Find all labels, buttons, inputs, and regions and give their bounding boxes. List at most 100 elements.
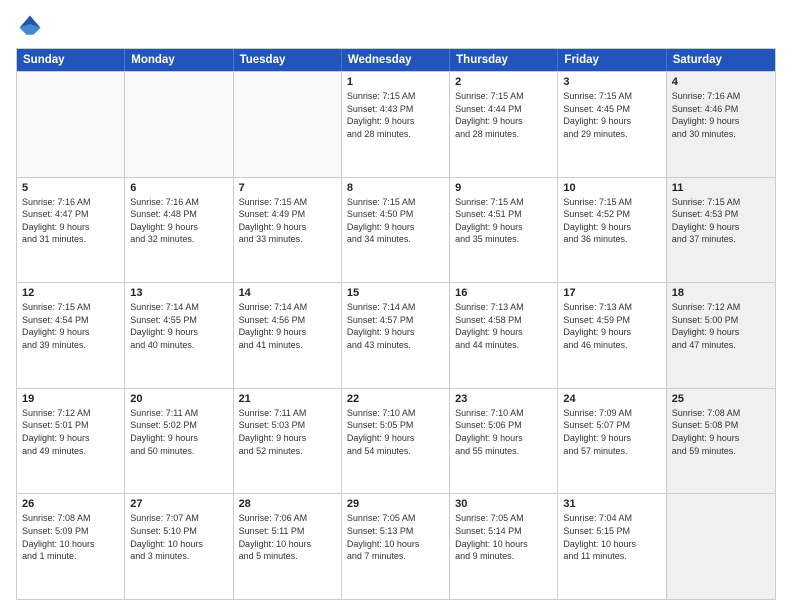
calendar-row: 19 Sunrise: 7:12 AM Sunset: 5:01 PM Dayli… [17, 388, 775, 494]
day-number: 14 [239, 287, 336, 299]
day-number: 5 [22, 182, 119, 194]
calendar-cell: 27 Sunrise: 7:07 AM Sunset: 5:10 PM Dayli… [125, 494, 233, 599]
day-number: 20 [130, 393, 227, 405]
day-number: 10 [563, 182, 660, 194]
day-number: 23 [455, 393, 552, 405]
calendar-cell: 22 Sunrise: 7:10 AM Sunset: 5:05 PM Dayli… [342, 389, 450, 494]
calendar-cell: 7 Sunrise: 7:15 AM Sunset: 4:49 PM Daylig… [234, 178, 342, 283]
day-number: 31 [563, 498, 660, 510]
calendar-cell: 12Sunrise: 7:15 AM Sunset: 4:54 PM Dayli… [17, 283, 125, 388]
day-info: Sunrise: 7:10 AM Sunset: 5:06 PM Dayligh… [455, 407, 552, 457]
day-number: 6 [130, 182, 227, 194]
day-number: 7 [239, 182, 336, 194]
day-info: Sunrise: 7:09 AM Sunset: 5:07 PM Dayligh… [563, 407, 660, 457]
day-info: Sunrise: 7:15 AM Sunset: 4:51 PM Dayligh… [455, 196, 552, 246]
day-info: Sunrise: 7:14 AM Sunset: 4:55 PM Dayligh… [130, 301, 227, 351]
calendar-cell: 10 Sunrise: 7:15 AM Sunset: 4:52 PM Dayli… [558, 178, 666, 283]
day-number: 28 [239, 498, 336, 510]
day-info: Sunrise: 7:16 AM Sunset: 4:48 PM Dayligh… [130, 196, 227, 246]
calendar-cell: 26 Sunrise: 7:08 AM Sunset: 5:09 PM Dayli… [17, 494, 125, 599]
day-info: Sunrise: 7:11 AM Sunset: 5:03 PM Dayligh… [239, 407, 336, 457]
day-info: Sunrise: 7:16 AM Sunset: 4:47 PM Dayligh… [22, 196, 119, 246]
day-info: Sunrise: 7:14 AM Sunset: 4:57 PM Dayligh… [347, 301, 444, 351]
calendar-day-header: Thursday [450, 49, 558, 71]
calendar-row: 26 Sunrise: 7:08 AM Sunset: 5:09 PM Dayli… [17, 493, 775, 599]
calendar-cell: 20Sunrise: 7:11 AM Sunset: 5:02 PM Dayli… [125, 389, 233, 494]
calendar-day-header: Tuesday [234, 49, 342, 71]
day-info: Sunrise: 7:16 AM Sunset: 4:46 PM Dayligh… [672, 90, 770, 140]
calendar-cell [125, 72, 233, 177]
calendar-cell: 28Sunrise: 7:06 AM Sunset: 5:11 PM Dayli… [234, 494, 342, 599]
day-number: 4 [672, 76, 770, 88]
day-number: 22 [347, 393, 444, 405]
day-info: Sunrise: 7:15 AM Sunset: 4:54 PM Dayligh… [22, 301, 119, 351]
calendar-cell: 1 Sunrise: 7:15 AM Sunset: 4:43 PM Daylig… [342, 72, 450, 177]
day-info: Sunrise: 7:13 AM Sunset: 4:59 PM Dayligh… [563, 301, 660, 351]
calendar-cell: 2Sunrise: 7:15 AM Sunset: 4:44 PM Daylig… [450, 72, 558, 177]
calendar-cell: 16Sunrise: 7:13 AM Sunset: 4:58 PM Dayli… [450, 283, 558, 388]
day-info: Sunrise: 7:08 AM Sunset: 5:09 PM Dayligh… [22, 512, 119, 562]
logo [16, 12, 48, 40]
day-number: 1 [347, 76, 444, 88]
day-number: 8 [347, 182, 444, 194]
day-info: Sunrise: 7:13 AM Sunset: 4:58 PM Dayligh… [455, 301, 552, 351]
day-number: 27 [130, 498, 227, 510]
calendar-cell: 6 Sunrise: 7:16 AM Sunset: 4:48 PM Daylig… [125, 178, 233, 283]
calendar-cell [667, 494, 775, 599]
calendar-body: 1 Sunrise: 7:15 AM Sunset: 4:43 PM Daylig… [17, 71, 775, 599]
calendar-cell: 13 Sunrise: 7:14 AM Sunset: 4:55 PM Dayli… [125, 283, 233, 388]
calendar-cell: 4 Sunrise: 7:16 AM Sunset: 4:46 PM Daylig… [667, 72, 775, 177]
calendar-row: 5 Sunrise: 7:16 AM Sunset: 4:47 PM Daylig… [17, 177, 775, 283]
calendar-row: 12Sunrise: 7:15 AM Sunset: 4:54 PM Dayli… [17, 282, 775, 388]
day-number: 13 [130, 287, 227, 299]
day-info: Sunrise: 7:15 AM Sunset: 4:49 PM Dayligh… [239, 196, 336, 246]
day-number: 2 [455, 76, 552, 88]
calendar-day-header: Friday [558, 49, 666, 71]
day-info: Sunrise: 7:05 AM Sunset: 5:14 PM Dayligh… [455, 512, 552, 562]
day-info: Sunrise: 7:10 AM Sunset: 5:05 PM Dayligh… [347, 407, 444, 457]
day-info: Sunrise: 7:05 AM Sunset: 5:13 PM Dayligh… [347, 512, 444, 562]
calendar-cell: 15 Sunrise: 7:14 AM Sunset: 4:57 PM Dayli… [342, 283, 450, 388]
logo-icon [16, 12, 44, 40]
calendar-row: 1 Sunrise: 7:15 AM Sunset: 4:43 PM Daylig… [17, 71, 775, 177]
day-number: 3 [563, 76, 660, 88]
day-number: 25 [672, 393, 770, 405]
calendar-cell: 21 Sunrise: 7:11 AM Sunset: 5:03 PM Dayli… [234, 389, 342, 494]
calendar-day-header: Saturday [667, 49, 775, 71]
calendar-cell: 29 Sunrise: 7:05 AM Sunset: 5:13 PM Dayli… [342, 494, 450, 599]
day-info: Sunrise: 7:15 AM Sunset: 4:43 PM Dayligh… [347, 90, 444, 140]
day-info: Sunrise: 7:14 AM Sunset: 4:56 PM Dayligh… [239, 301, 336, 351]
day-number: 19 [22, 393, 119, 405]
day-info: Sunrise: 7:08 AM Sunset: 5:08 PM Dayligh… [672, 407, 770, 457]
calendar-cell: 5 Sunrise: 7:16 AM Sunset: 4:47 PM Daylig… [17, 178, 125, 283]
calendar-header: SundayMondayTuesdayWednesdayThursdayFrid… [17, 49, 775, 71]
day-number: 11 [672, 182, 770, 194]
day-info: Sunrise: 7:15 AM Sunset: 4:50 PM Dayligh… [347, 196, 444, 246]
calendar-cell: 8 Sunrise: 7:15 AM Sunset: 4:50 PM Daylig… [342, 178, 450, 283]
day-number: 9 [455, 182, 552, 194]
calendar-cell: 25 Sunrise: 7:08 AM Sunset: 5:08 PM Dayli… [667, 389, 775, 494]
calendar-cell: 9 Sunrise: 7:15 AM Sunset: 4:51 PM Daylig… [450, 178, 558, 283]
day-info: Sunrise: 7:15 AM Sunset: 4:45 PM Dayligh… [563, 90, 660, 140]
calendar-day-header: Wednesday [342, 49, 450, 71]
calendar-cell: 11Sunrise: 7:15 AM Sunset: 4:53 PM Dayli… [667, 178, 775, 283]
calendar-cell: 23 Sunrise: 7:10 AM Sunset: 5:06 PM Dayli… [450, 389, 558, 494]
calendar-cell: 30 Sunrise: 7:05 AM Sunset: 5:14 PM Dayli… [450, 494, 558, 599]
day-info: Sunrise: 7:07 AM Sunset: 5:10 PM Dayligh… [130, 512, 227, 562]
day-info: Sunrise: 7:15 AM Sunset: 4:52 PM Dayligh… [563, 196, 660, 246]
day-number: 29 [347, 498, 444, 510]
page-header [16, 12, 776, 40]
day-info: Sunrise: 7:04 AM Sunset: 5:15 PM Dayligh… [563, 512, 660, 562]
day-number: 21 [239, 393, 336, 405]
day-number: 30 [455, 498, 552, 510]
calendar: SundayMondayTuesdayWednesdayThursdayFrid… [16, 48, 776, 600]
calendar-cell: 17Sunrise: 7:13 AM Sunset: 4:59 PM Dayli… [558, 283, 666, 388]
calendar-cell: 18 Sunrise: 7:12 AM Sunset: 5:00 PM Dayli… [667, 283, 775, 388]
day-info: Sunrise: 7:12 AM Sunset: 5:00 PM Dayligh… [672, 301, 770, 351]
day-info: Sunrise: 7:12 AM Sunset: 5:01 PM Dayligh… [22, 407, 119, 457]
calendar-cell: 24Sunrise: 7:09 AM Sunset: 5:07 PM Dayli… [558, 389, 666, 494]
day-number: 26 [22, 498, 119, 510]
calendar-cell: 3 Sunrise: 7:15 AM Sunset: 4:45 PM Daylig… [558, 72, 666, 177]
day-number: 18 [672, 287, 770, 299]
day-number: 15 [347, 287, 444, 299]
